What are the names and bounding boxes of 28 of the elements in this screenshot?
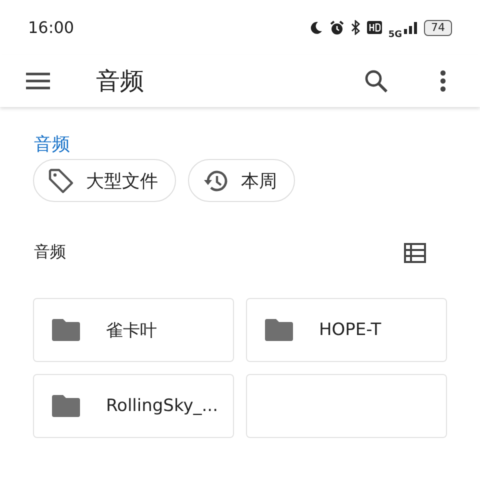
moon-icon [309,20,324,34]
status-time: 16:00 [28,18,74,37]
filter-chip[interactable]: 本周 [188,159,295,202]
folder-card[interactable]: 雀卡叶 [33,298,234,362]
menu-icon[interactable] [26,72,50,90]
folder-name: 雀卡叶 [106,320,157,342]
search-icon[interactable] [364,69,388,93]
section-title: 音频 [34,242,66,263]
hd-icon [367,21,382,34]
bluetooth-icon [351,20,362,35]
page-title: 音频 [96,66,145,97]
battery-indicator: 74 [424,20,452,36]
folder-name: HOPE-T [319,320,382,340]
list-view-icon[interactable] [404,242,426,262]
filter-chip[interactable]: 大型文件 [33,159,176,202]
folder-card[interactable]: RollingSky_... [33,374,234,438]
tag-icon [48,168,74,194]
history-icon [203,168,229,192]
folder-icon [52,395,80,417]
alarm-icon [329,20,346,36]
network-label: 5G [388,30,402,40]
more-options-icon[interactable] [440,70,446,92]
breadcrumb-link[interactable]: 音频 [34,134,70,155]
signal-icon [404,21,418,34]
folder-icon [52,319,80,341]
folder-card[interactable]: HOPE-T [246,298,447,362]
folder-name: RollingSky_... [106,396,218,416]
folder-icon [265,319,293,341]
